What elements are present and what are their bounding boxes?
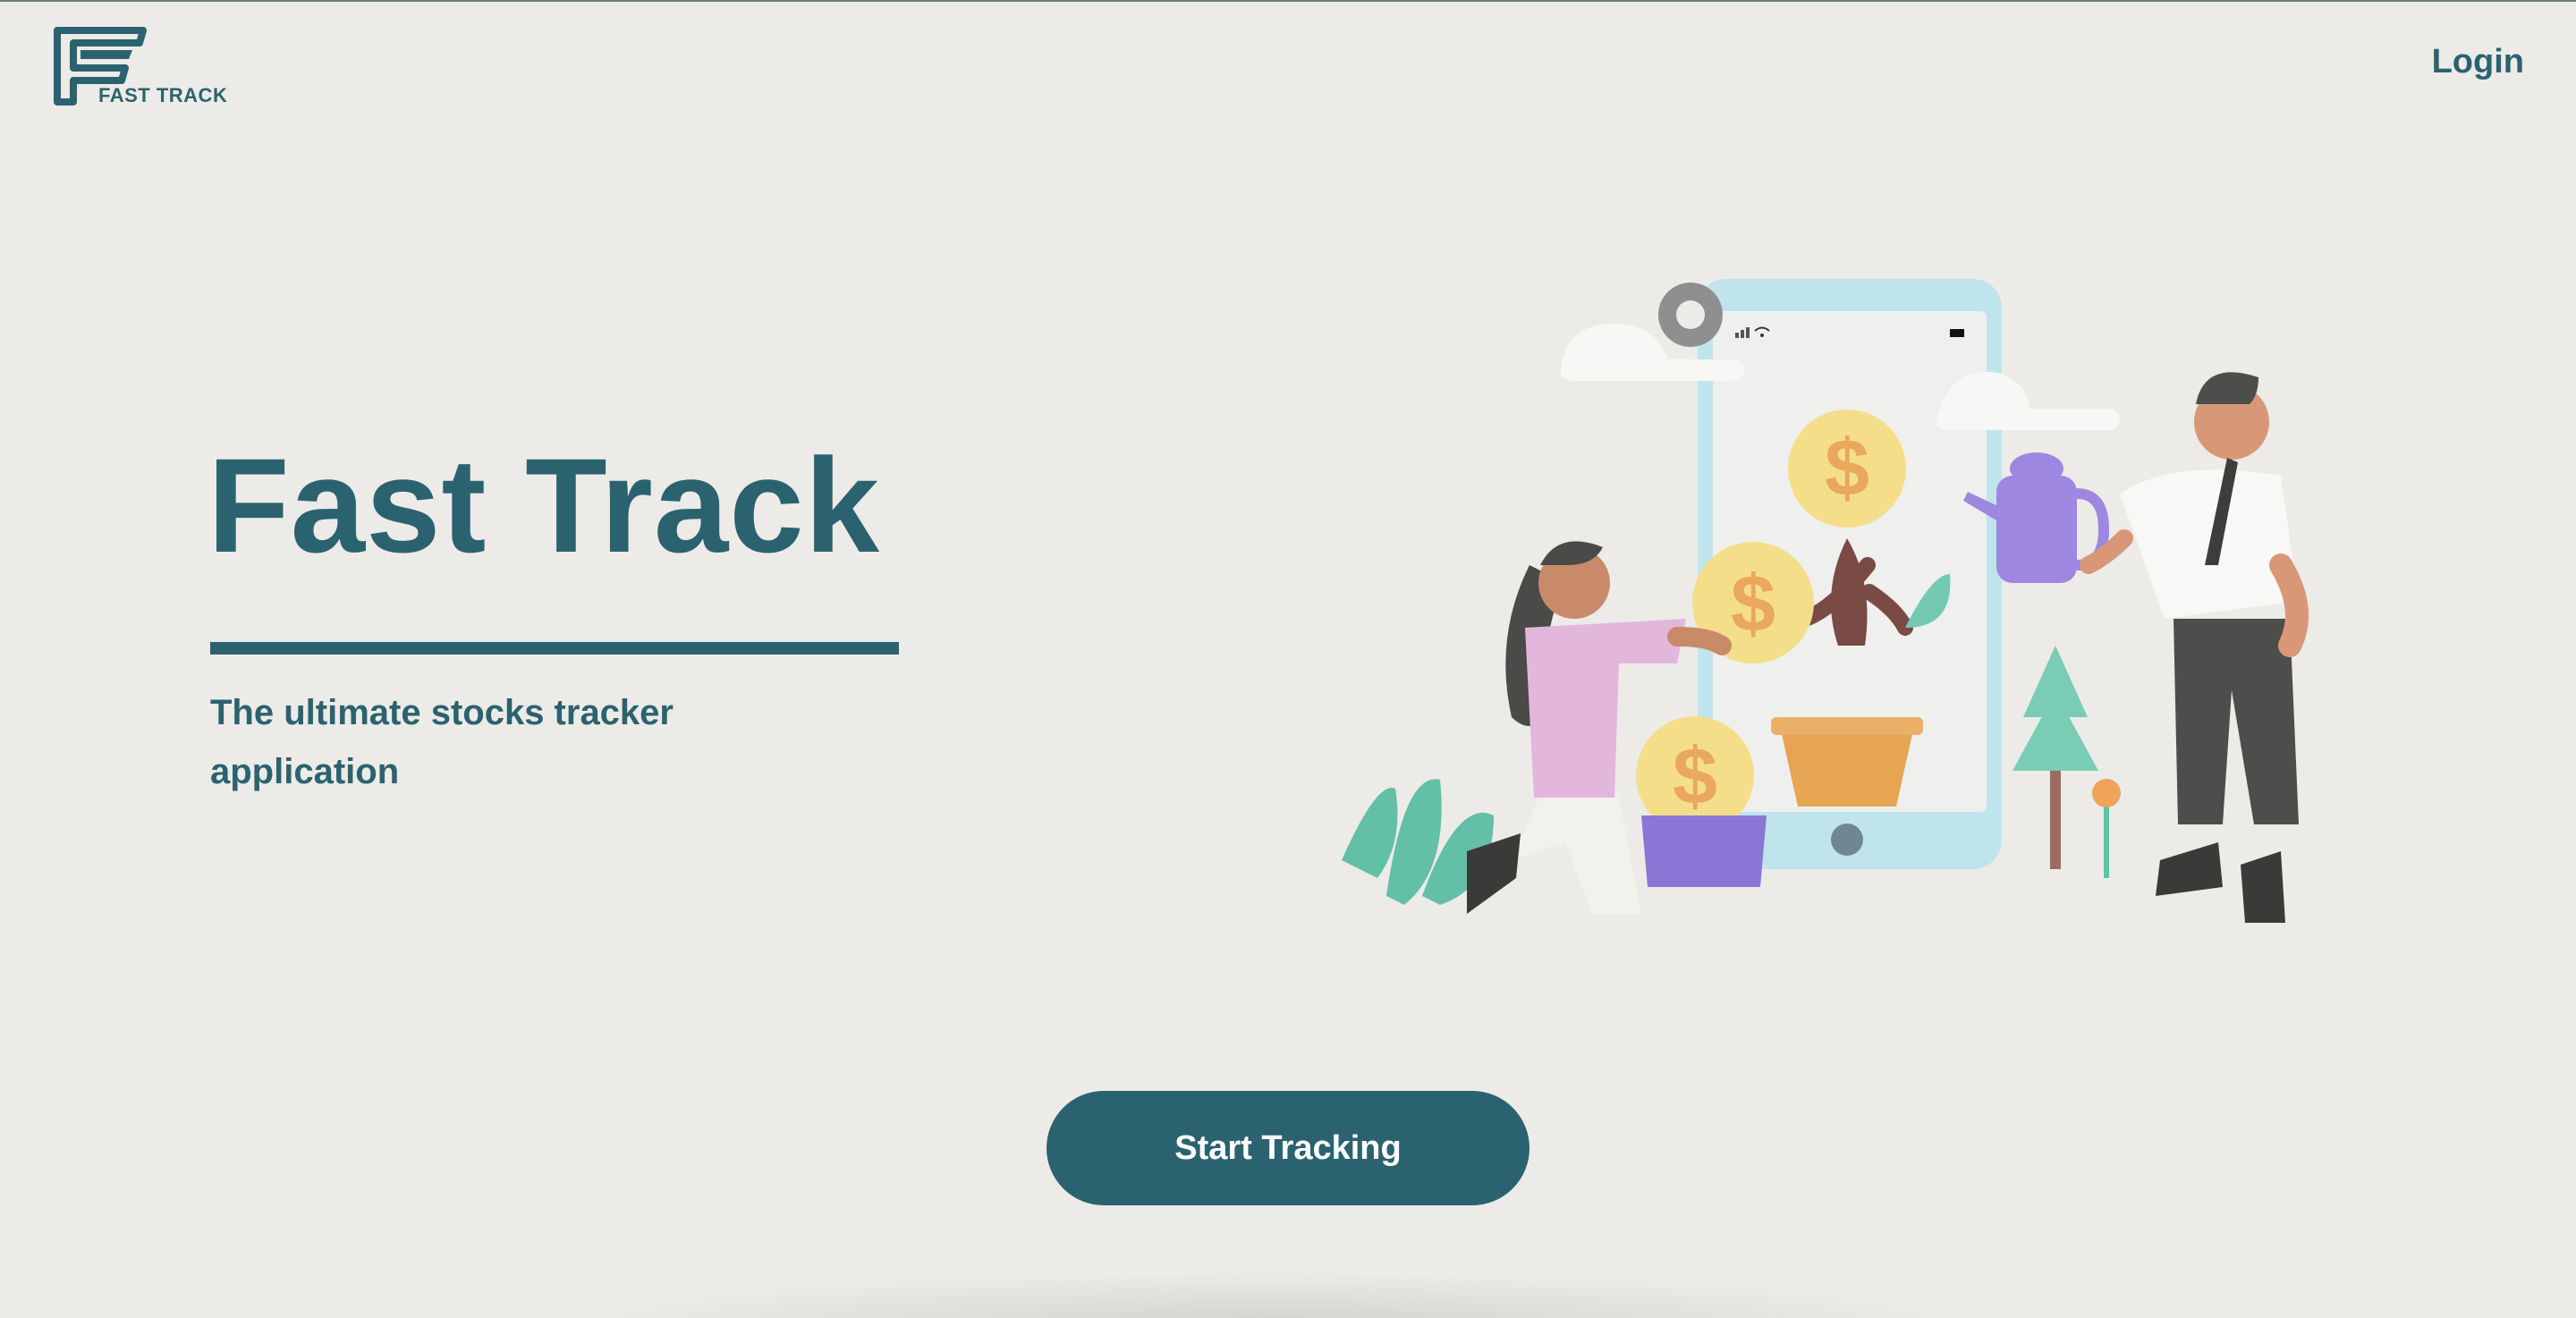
logo-text: FAST TRACK <box>98 84 228 106</box>
cloud-icon <box>1936 371 2120 430</box>
plant-icon <box>2092 779 2121 878</box>
dollar-coin-icon: $ <box>1788 410 1906 528</box>
start-tracking-button[interactable]: Start Tracking <box>1046 1091 1530 1205</box>
bottom-decoration <box>555 1272 1986 1318</box>
svg-text:$: $ <box>1825 424 1869 513</box>
login-link[interactable]: Login <box>2432 43 2524 81</box>
landing-page: FAST TRACK Login Fast Track The ultimate… <box>0 0 2576 1318</box>
battery-icon <box>1950 329 1964 337</box>
svg-text:$: $ <box>1673 732 1717 822</box>
hero-illustration: $ $ $ <box>1333 270 2361 950</box>
man-character <box>2080 372 2309 923</box>
logo[interactable]: FAST TRACK <box>54 23 242 109</box>
svg-text:$: $ <box>1731 560 1775 649</box>
hero-title: Fast Track <box>208 430 881 580</box>
hero-divider <box>210 642 899 655</box>
gear-icon <box>1658 283 1723 347</box>
tree-icon <box>2012 646 2098 869</box>
hero-subtitle: The ultimate stocks tracker application <box>210 693 674 791</box>
